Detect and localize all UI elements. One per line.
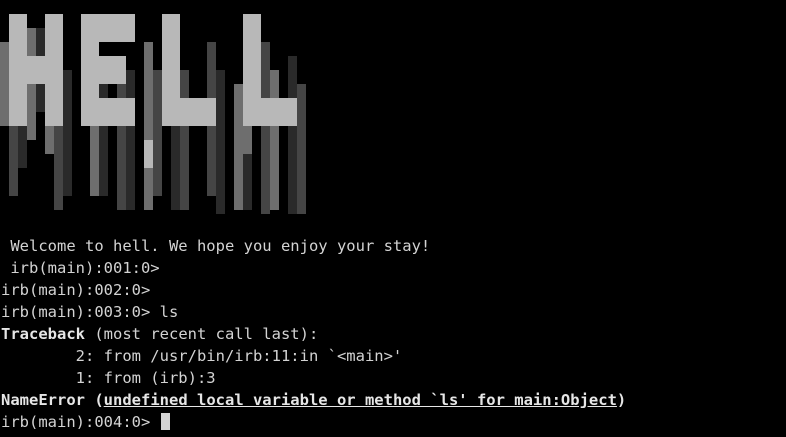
error-name: NameError xyxy=(1,391,85,409)
banner-pixel xyxy=(45,14,63,126)
banner-pixel xyxy=(99,14,135,42)
traceback-label: Traceback xyxy=(1,325,85,343)
banner-pixel xyxy=(270,70,279,210)
prompt-line-1: irb(main):001:0> xyxy=(1,257,626,279)
welcome-text: Welcome to hell. We hope you enjoy your … xyxy=(1,237,431,255)
banner-pixel xyxy=(261,42,270,214)
text-cursor[interactable] xyxy=(160,413,170,430)
welcome-line: Welcome to hell. We hope you enjoy your … xyxy=(1,235,626,257)
banner-pixel xyxy=(288,56,297,214)
banner-pixel xyxy=(180,70,189,210)
banner-pixel xyxy=(234,84,243,210)
traceback-frame-2: 2: from /usr/bin/irb:11:in `<main>' xyxy=(1,345,626,367)
banner-pixel xyxy=(162,14,180,126)
banner-pixel xyxy=(9,14,27,126)
error-message: undefined local variable or method `ls' … xyxy=(103,391,617,409)
banner-pixel xyxy=(45,126,54,154)
banner-pixel xyxy=(216,70,225,214)
error-paren-open: ( xyxy=(85,391,104,409)
banner-pixel xyxy=(81,14,99,126)
irb-prompt: irb(main):001:0> xyxy=(1,259,169,277)
traceback-line: Traceback (most recent call last): xyxy=(1,323,626,345)
error-paren-close: ) xyxy=(616,391,627,409)
frame-text: 1: from (irb):3 xyxy=(1,369,216,387)
banner-pixel xyxy=(0,42,9,126)
frame-text: 2: from /usr/bin/irb:11:in `<main>' xyxy=(1,347,403,365)
irb-prompt: irb(main):004:0> xyxy=(1,413,160,431)
banner-pixel xyxy=(153,70,162,196)
error-line: NameError (undefined local variable or m… xyxy=(1,389,626,411)
banner-pixel xyxy=(144,42,153,210)
banner-pixel xyxy=(261,98,297,126)
prompt-line-3: irb(main):003:0> ls xyxy=(1,301,626,323)
terminal-output: Welcome to hell. We hope you enjoy your … xyxy=(1,235,626,433)
traceback-text: (most recent call last): xyxy=(85,325,319,343)
traceback-frame-1: 1: from (irb):3 xyxy=(1,367,626,389)
banner-pixel xyxy=(243,126,252,154)
irb-prompt: irb(main):002:0> xyxy=(1,281,160,299)
banner-pixel xyxy=(99,98,135,126)
banner-pixel xyxy=(180,98,216,126)
prompt-line-4[interactable]: irb(main):004:0> xyxy=(1,411,626,433)
irb-prompt: irb(main):003:0> xyxy=(1,303,160,321)
hell-ascii-banner xyxy=(0,14,306,214)
banner-pixel xyxy=(144,140,153,168)
banner-pixel xyxy=(297,84,306,214)
banner-pixel xyxy=(99,56,126,84)
command-text: ls xyxy=(159,303,179,321)
prompt-line-2: irb(main):002:0> xyxy=(1,279,626,301)
banner-pixel xyxy=(63,70,72,196)
terminal-window[interactable]: Welcome to hell. We hope you enjoy your … xyxy=(0,0,786,437)
banner-pixel xyxy=(243,14,261,126)
banner-pixel xyxy=(126,70,135,210)
